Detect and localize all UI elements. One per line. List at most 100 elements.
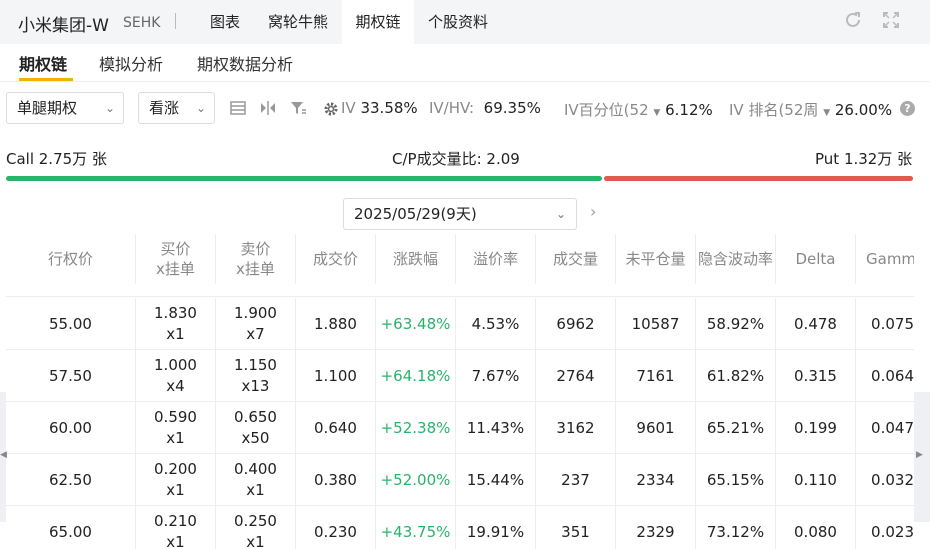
cell-delta: 0.080	[776, 506, 856, 549]
cell-value: +64.18%	[380, 366, 451, 385]
cell-ask: 1.900 x7	[216, 298, 296, 350]
iv-hv-label: IV/HV:	[429, 99, 475, 117]
col-last[interactable]: 成交价	[296, 234, 376, 284]
col-strike[interactable]: 行权价	[6, 234, 136, 284]
put-volume: Put 1.32万 张	[815, 150, 913, 168]
cell-gamma: 0.047	[856, 402, 914, 454]
cell-size: x1	[166, 429, 185, 447]
cell-bid: 0.200 x1	[136, 454, 216, 506]
cell-bid: 1.000 x4	[136, 350, 216, 402]
cell-value: 0.400	[234, 460, 277, 478]
expiry-select-value: 2025/05/29(9天)	[354, 205, 477, 223]
cell-premium: 11.43%	[456, 402, 536, 454]
iv-rank-metric[interactable]: IV 排名(52周 ▼ 26.00%	[729, 99, 892, 120]
scroll-right-handle[interactable]: ▶	[914, 392, 930, 522]
cell-size: x13	[241, 377, 270, 395]
direction-select-value: 看涨	[149, 99, 180, 117]
iv-value: 33.58%	[360, 99, 418, 117]
header-bar: 小米集团-W SEHK 图表 窝轮牛熊 期权链 个股资料	[0, 0, 930, 44]
strategy-select-value: 单腿期权	[17, 99, 78, 117]
col-label: 买价	[160, 240, 191, 258]
col-open-interest[interactable]: 未平仓量	[616, 234, 696, 284]
table-row[interactable]: 60.00 0.590 x1 0.650 x50 0.640 +52.38% 11.43% 31…	[6, 402, 914, 454]
cell-value: 9601	[636, 418, 675, 437]
call-volume: Call 2.75万 张	[6, 150, 107, 168]
cell-gamma: 0.032	[856, 454, 914, 506]
col-label: 溢价率	[472, 250, 518, 268]
cell-bid: 1.830 x1	[136, 298, 216, 350]
subtab-data-analysis[interactable]: 期权数据分析	[197, 51, 293, 75]
col-premium[interactable]: 溢价率	[456, 234, 536, 284]
cell-last: 0.230	[296, 506, 376, 549]
iv-percentile-label: IV百分位(52	[564, 101, 649, 119]
cell-value: 2334	[636, 470, 675, 489]
iv-rank-value: 26.00%	[834, 101, 893, 119]
cell-gamma: 0.023	[856, 506, 914, 549]
tab-chart[interactable]: 图表	[196, 0, 254, 44]
col-implied-vol[interactable]: 隐含波动率	[696, 234, 776, 284]
cell-iv: 65.21%	[696, 402, 776, 454]
col-ask[interactable]: 卖价 x挂单	[216, 234, 296, 284]
compare-icon[interactable]	[260, 100, 276, 116]
chevron-down-icon: ⌄	[195, 101, 206, 115]
table-row[interactable]: 65.00 0.210 x1 0.250 x1 0.230 +43.75% 19.91% 351…	[6, 506, 914, 549]
tab-stock-profile[interactable]: 个股资料	[414, 0, 502, 44]
table-header: 行权价 买价 x挂单 卖价 x挂单 成交价 涨跌幅 溢价率 成交量 未平仓量 隐含波…	[6, 234, 914, 284]
put-volume-bar	[604, 176, 913, 181]
subtab-simulation[interactable]: 模拟分析	[99, 51, 163, 75]
filter-icon[interactable]	[290, 100, 306, 116]
cell-volume: 351	[536, 506, 616, 549]
cell-value: 0.110	[794, 470, 837, 489]
cell-ask: 0.250 x1	[216, 506, 296, 549]
direction-select[interactable]: 看涨 ⌄	[138, 92, 215, 124]
cell-value: +52.00%	[380, 470, 451, 489]
subtab-option-chain[interactable]: 期权链	[19, 51, 67, 75]
cell-last: 0.640	[296, 402, 376, 454]
cell-value: 65.21%	[706, 418, 765, 437]
tab-option-chain[interactable]: 期权链	[342, 0, 414, 44]
cell-change: +52.00%	[376, 454, 456, 506]
col-delta[interactable]: Delta	[776, 234, 856, 284]
cell-value: +52.38%	[380, 418, 451, 437]
caret-down-icon: ▼	[823, 108, 831, 118]
chevron-right-icon[interactable]: ›	[590, 202, 596, 221]
cell-premium: 4.53%	[456, 298, 536, 350]
col-volume[interactable]: 成交量	[536, 234, 616, 284]
gear-icon[interactable]	[321, 100, 341, 116]
cell-size: x1	[166, 481, 185, 499]
call-volume-bar	[6, 176, 602, 181]
cell-oi: 10587	[616, 298, 696, 350]
tab-warrants[interactable]: 窝轮牛熊	[254, 0, 342, 44]
cell-value: +43.75%	[380, 522, 451, 541]
cell-bid: 0.210 x1	[136, 506, 216, 549]
subtab-bar: 期权链 模拟分析 期权数据分析	[0, 44, 930, 82]
col-change[interactable]: 涨跌幅	[376, 234, 456, 284]
col-gamma[interactable]: Gamma	[856, 234, 914, 284]
cell-value: 65.15%	[706, 470, 765, 489]
refresh-icon[interactable]	[841, 10, 865, 34]
cell-gamma: 0.075	[856, 298, 914, 350]
cell-gamma: 0.064	[856, 350, 914, 402]
cell-value: 0.200	[154, 460, 197, 478]
col-label: 未平仓量	[625, 250, 686, 268]
table-view-icon[interactable]	[230, 100, 246, 116]
cell-last: 1.880	[296, 298, 376, 350]
scroll-left-handle[interactable]: ◀	[0, 392, 7, 522]
strategy-select[interactable]: 单腿期权 ⌄	[6, 92, 124, 124]
table-row[interactable]: 57.50 1.000 x4 1.150 x13 1.100 +64.18% 7.67% 276…	[6, 350, 914, 402]
expiry-select[interactable]: 2025/05/29(9天) ⌄	[343, 198, 577, 230]
help-icon[interactable]: ?	[900, 101, 915, 116]
cell-value: 0.478	[794, 314, 837, 333]
cell-volume: 3162	[536, 402, 616, 454]
cell-last: 1.100	[296, 350, 376, 402]
iv-percentile-metric[interactable]: IV百分位(52 ▼ 6.12%	[564, 99, 713, 120]
expand-icon[interactable]	[879, 10, 903, 34]
cell-value: 7161	[636, 366, 675, 385]
active-subtab-indicator	[19, 78, 73, 81]
cell-value: 0.210	[154, 512, 197, 530]
cell-value: 1.900	[234, 304, 277, 322]
table-row[interactable]: 55.00 1.830 x1 1.900 x7 1.880 +63.48% 4.53% 6962…	[6, 298, 914, 350]
table-row[interactable]: 62.50 0.200 x1 0.400 x1 0.380 +52.00% 15.44% 237…	[6, 454, 914, 506]
cell-value: 73.12%	[706, 522, 765, 541]
col-bid[interactable]: 买价 x挂单	[136, 234, 216, 284]
